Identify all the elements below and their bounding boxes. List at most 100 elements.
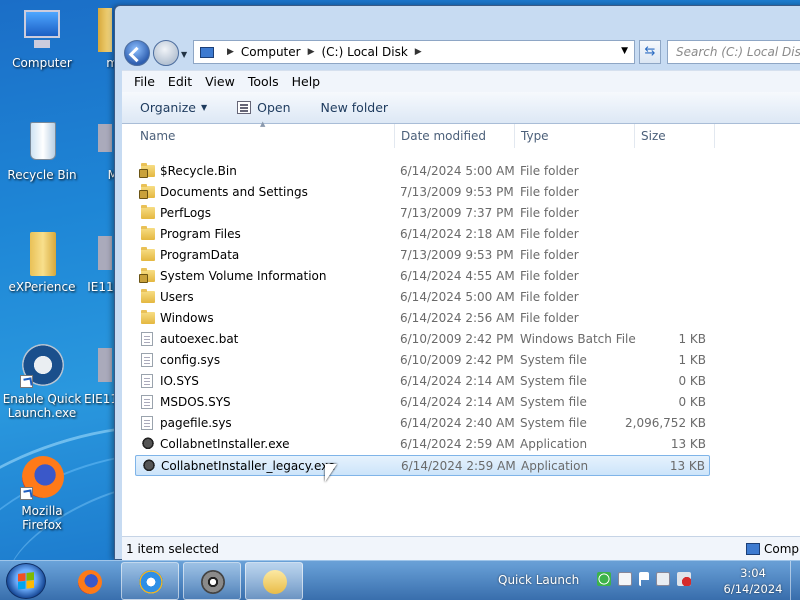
file-icon bbox=[141, 353, 153, 367]
desktop-icon-partial[interactable]: EIE11 bbox=[70, 344, 120, 406]
file-row[interactable]: MSDOS.SYS 6/14/2024 2:14 AM System file 0 K… bbox=[135, 392, 710, 413]
new-folder-button[interactable]: New folder bbox=[321, 100, 389, 115]
file-name: Users bbox=[160, 290, 194, 304]
flag-icon[interactable] bbox=[639, 572, 649, 586]
column-date-modified[interactable]: Date modified bbox=[401, 129, 486, 143]
explorer-window: ▼ ▶ Computer ▶ (C:) Local Disk ▶ ▼ ⇆ Sea… bbox=[114, 5, 800, 560]
file-date-modified: 6/14/2024 4:55 AM bbox=[400, 269, 515, 283]
file-row[interactable]: CollabnetInstaller.exe 6/14/2024 2:59 AM A… bbox=[135, 434, 710, 455]
file-name: MSDOS.SYS bbox=[160, 395, 231, 409]
start-button[interactable] bbox=[6, 563, 46, 599]
column-header: ▲ Name Date modified Type Size bbox=[122, 120, 800, 148]
desktop-icon-partial[interactable]: IE11- bbox=[70, 232, 120, 294]
new-folder-label: New folder bbox=[320, 100, 389, 115]
search-input[interactable]: Search (C:) Local Disk bbox=[667, 40, 800, 64]
folder-icon bbox=[141, 289, 155, 303]
address-bar[interactable]: ▶ Computer ▶ (C:) Local Disk ▶ ▼ bbox=[193, 40, 635, 64]
menu-view[interactable]: View bbox=[205, 74, 235, 89]
desktop-icon-label: m bbox=[106, 56, 118, 70]
file-row[interactable]: config.sys 6/10/2009 2:42 PM System file 1 … bbox=[135, 350, 710, 371]
file-row[interactable]: System Volume Information 6/14/2024 4:55 … bbox=[135, 266, 710, 287]
file-row[interactable]: Users 6/14/2024 5:00 AM File folder bbox=[135, 287, 710, 308]
folder-icon bbox=[141, 205, 155, 219]
breadcrumb-computer[interactable]: Computer bbox=[241, 45, 301, 59]
back-button[interactable] bbox=[124, 40, 150, 66]
file-row[interactable]: Program Files 6/14/2024 2:18 AM File folde… bbox=[135, 224, 710, 245]
file-row[interactable]: autoexec.bat 6/10/2009 2:42 PM Windows Bat… bbox=[135, 329, 710, 350]
command-bar: Organize ▼ Open New folder bbox=[122, 92, 800, 124]
file-list-pane: ▲ Name Date modified Type Size $Recycle.… bbox=[122, 120, 800, 536]
menu-edit[interactable]: Edit bbox=[168, 74, 192, 89]
file-row[interactable]: pagefile.sys 6/14/2024 2:40 AM System file… bbox=[135, 413, 710, 434]
folder-icon bbox=[141, 310, 155, 324]
file-date-modified: 6/14/2024 2:14 AM bbox=[400, 395, 515, 409]
file-size: 1 KB bbox=[678, 353, 706, 367]
refresh-button[interactable]: ⇆ bbox=[639, 40, 661, 64]
menu-tools[interactable]: Tools bbox=[248, 74, 279, 89]
open-label: Open bbox=[257, 100, 291, 115]
taskbar: Quick Launch 3:04 6/14/2024 bbox=[0, 560, 800, 600]
file-date-modified: 6/14/2024 2:40 AM bbox=[400, 416, 515, 430]
file-name: $Recycle.Bin bbox=[160, 164, 237, 178]
file-date-modified: 6/10/2009 2:42 PM bbox=[400, 332, 514, 346]
file-date-modified: 6/14/2024 2:14 AM bbox=[400, 374, 515, 388]
desktop-icon-partial[interactable]: m bbox=[70, 8, 120, 70]
file-row[interactable]: PerfLogs 7/13/2009 7:37 PM File folder bbox=[135, 203, 710, 224]
breadcrumb-local-disk[interactable]: (C:) Local Disk bbox=[322, 45, 408, 59]
file-type: File folder bbox=[520, 311, 579, 325]
security-icon[interactable] bbox=[597, 572, 611, 586]
breadcrumb-separator[interactable]: ▶ bbox=[308, 47, 315, 57]
column-size[interactable]: Size bbox=[641, 129, 666, 143]
file-size: 0 KB bbox=[678, 374, 706, 388]
desktop-icon-partial[interactable]: M bbox=[70, 120, 120, 182]
file-name: autoexec.bat bbox=[160, 332, 239, 346]
file-row[interactable]: ProgramData 7/13/2009 9:53 PM File folder bbox=[135, 245, 710, 266]
address-dropdown-icon[interactable]: ▼ bbox=[621, 46, 628, 56]
breadcrumb-separator[interactable]: ▶ bbox=[227, 47, 234, 57]
menu-bar: File Edit View Tools Help bbox=[122, 70, 800, 92]
taskbar-firefox[interactable] bbox=[60, 562, 118, 600]
file-name: IO.SYS bbox=[160, 374, 199, 388]
file-row[interactable]: Documents and Settings 7/13/2009 9:53 PM F… bbox=[135, 182, 710, 203]
application-icon bbox=[141, 437, 155, 451]
file-name: Windows bbox=[160, 311, 214, 325]
file-name: CollabnetInstaller_legacy.exe bbox=[161, 459, 336, 473]
open-icon bbox=[237, 101, 252, 114]
open-button[interactable]: Open bbox=[237, 100, 291, 115]
file-type: File folder bbox=[520, 227, 579, 241]
recent-pages-dropdown[interactable]: ▼ bbox=[181, 50, 187, 59]
column-name[interactable]: Name bbox=[140, 129, 175, 143]
document-icon[interactable] bbox=[618, 572, 632, 586]
folder-icon bbox=[263, 570, 287, 594]
taskbar-clock[interactable]: 3:04 6/14/2024 bbox=[718, 565, 788, 597]
desktop-icon-firefox[interactable]: Mozilla Firefox bbox=[0, 456, 84, 532]
file-type: File folder bbox=[520, 269, 579, 283]
taskbar-explorer[interactable] bbox=[245, 562, 303, 600]
file-type: Application bbox=[521, 459, 589, 473]
file-type: System file bbox=[520, 353, 587, 367]
file-type: System file bbox=[520, 416, 587, 430]
taskbar-internet-explorer[interactable] bbox=[121, 562, 179, 600]
mouse-pointer-icon bbox=[325, 464, 337, 482]
organize-button[interactable]: Organize ▼ bbox=[140, 100, 207, 115]
quick-launch-app-icon bbox=[20, 344, 64, 388]
breadcrumb-separator[interactable]: ▶ bbox=[415, 47, 422, 57]
file-name: ProgramData bbox=[160, 248, 240, 262]
file-size: 0 KB bbox=[678, 395, 706, 409]
file-row[interactable]: $Recycle.Bin 6/14/2024 5:00 AM File folder bbox=[135, 161, 710, 182]
file-row[interactable]: Windows 6/14/2024 2:56 AM File folder bbox=[135, 308, 710, 329]
forward-button[interactable] bbox=[153, 40, 179, 66]
menu-file[interactable]: File bbox=[134, 74, 155, 89]
sort-ascending-icon: ▲ bbox=[260, 120, 266, 128]
menu-help[interactable]: Help bbox=[292, 74, 321, 89]
locked-folder-icon bbox=[139, 184, 155, 199]
quick-launch-label[interactable]: Quick Launch bbox=[498, 573, 579, 587]
show-desktop-button[interactable] bbox=[790, 561, 800, 600]
taskbar-raccoon-app[interactable] bbox=[183, 562, 241, 600]
file-date-modified: 6/14/2024 2:56 AM bbox=[400, 311, 515, 325]
column-type[interactable]: Type bbox=[521, 129, 549, 143]
volume-muted-icon[interactable] bbox=[677, 572, 691, 586]
file-row[interactable]: CollabnetInstaller_legacy.exe 6/14/2024 2… bbox=[135, 455, 710, 476]
network-icon[interactable] bbox=[656, 572, 670, 586]
file-row[interactable]: IO.SYS 6/14/2024 2:14 AM System file 0 KB bbox=[135, 371, 710, 392]
